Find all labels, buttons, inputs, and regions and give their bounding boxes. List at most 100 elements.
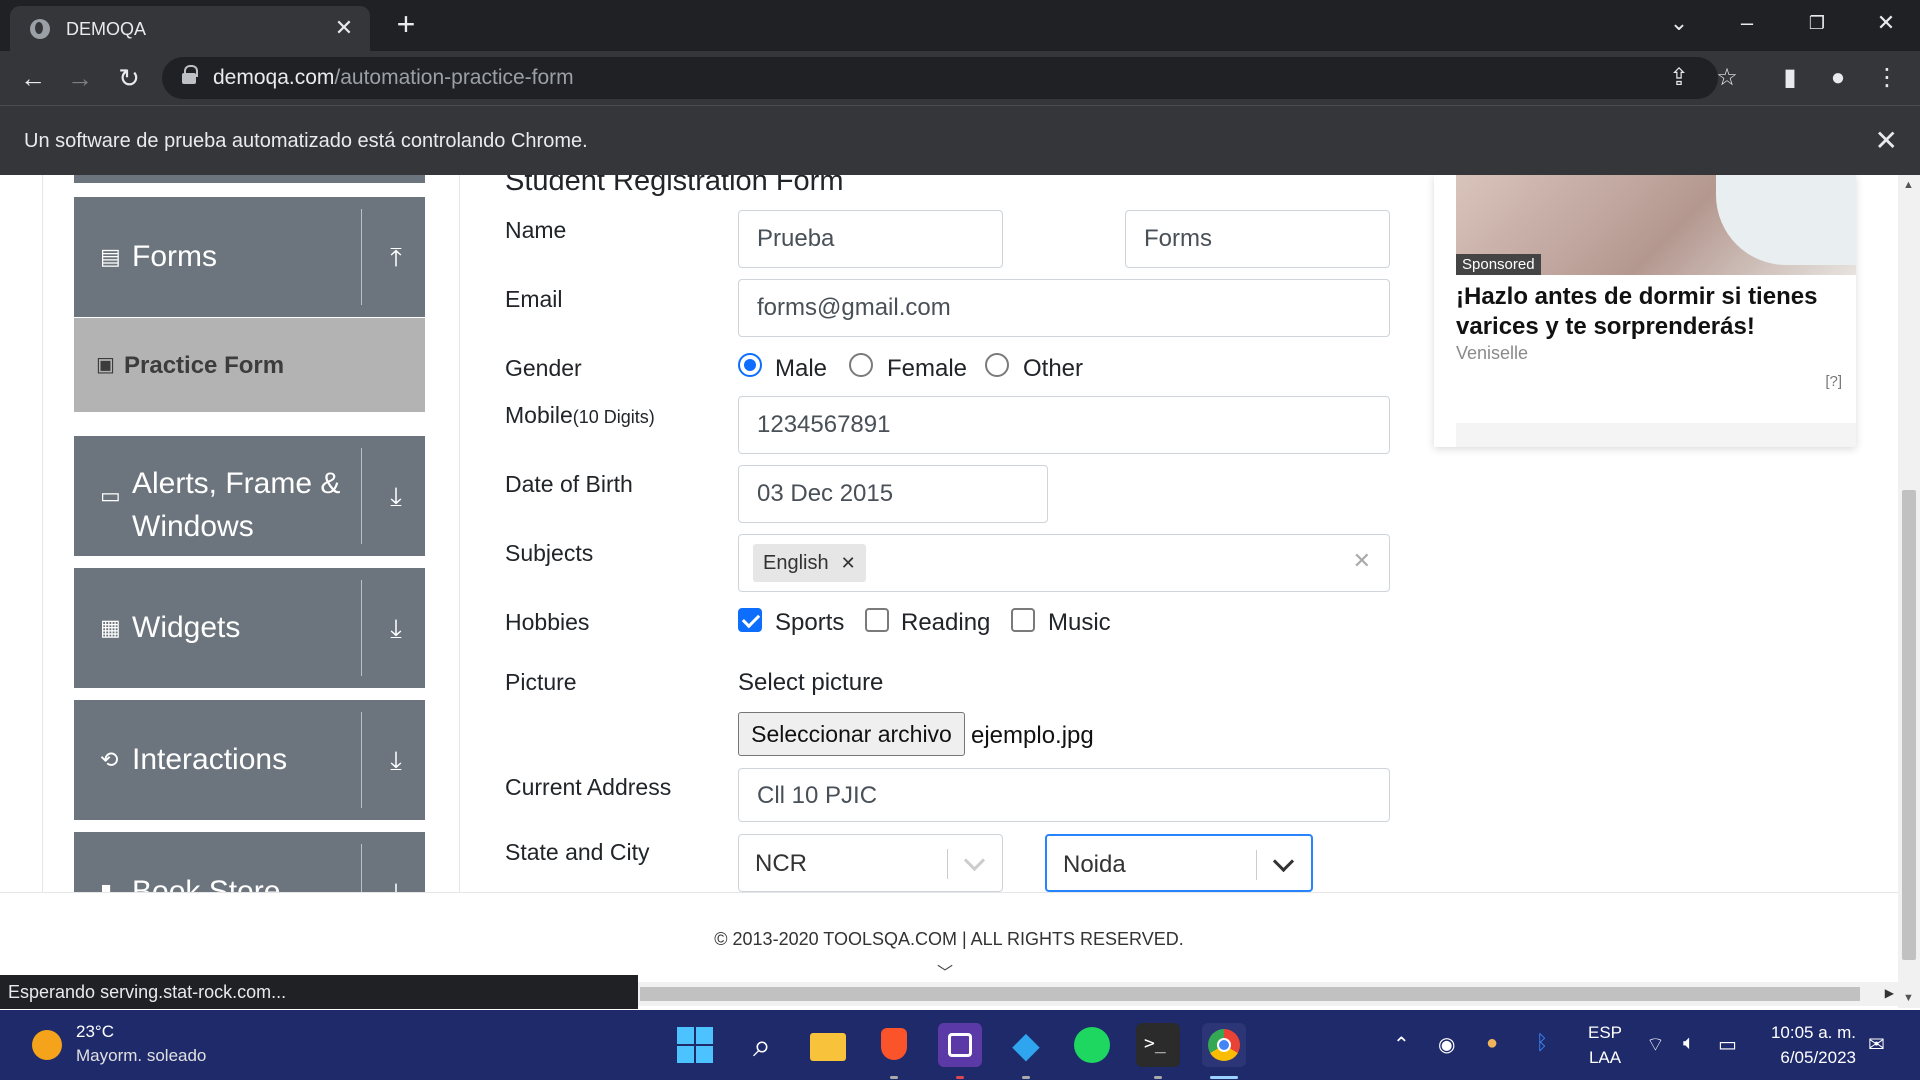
search-icon[interactable]: ⌕ [740,1023,784,1067]
gender-female-radio[interactable] [849,353,873,377]
weather-temperature: 23°C [76,1022,114,1041]
battery-icon[interactable]: ▭ [1718,1032,1737,1057]
mobile-input[interactable]: 1234567891 [738,396,1390,454]
choose-file-button[interactable]: Seleccionar archivo [738,712,965,756]
menu-dots-icon[interactable]: ⋮ [1870,61,1904,95]
close-window-button[interactable]: ✕ [1866,8,1906,38]
hobby-sports-label[interactable]: Sports [775,609,844,637]
remove-chip-icon[interactable]: ✕ [841,553,856,573]
first-name-input[interactable]: Prueba [738,210,1003,268]
back-arrow-icon[interactable]: ← [16,61,50,95]
horizontal-scroll-thumb[interactable] [640,987,1860,1001]
vertical-scroll-thumb[interactable] [1902,490,1916,960]
subjects-input[interactable]: English ✕ ✕ [738,534,1390,592]
tab-search-icon[interactable]: ⌄ [1659,8,1699,38]
expand-arrow-icon[interactable]: ⤓ [381,877,411,893]
sidebar-item-practice-form[interactable]: ▣ Practice Form [74,318,425,412]
side-panel-icon[interactable]: ▮ [1773,61,1807,95]
minimize-button[interactable]: – [1727,8,1767,38]
language-indicator[interactable]: ESP LAA [1588,1020,1622,1070]
app-running-indicator [890,1076,898,1079]
city-value: Noida [1063,851,1126,878]
scroll-right-arrow-icon[interactable]: ▶ [1885,986,1894,1000]
volume-icon[interactable]: 🔈︎ [1683,1032,1695,1055]
ad-brand[interactable]: Veniselle [1456,343,1528,364]
sidebar-item-book-store[interactable]: ▮ Book Store ⤓ [74,832,425,893]
url-text: demoqa.com/automation-practice-form [213,66,574,89]
hobby-reading-checkbox[interactable] [865,608,889,632]
ad-bottom-strip [1456,423,1856,447]
gender-female-label[interactable]: Female [887,355,967,383]
address-bar[interactable]: demoqa.com/automation-practice-form ⇪ ☆ [162,57,1738,99]
scroll-down-arrow-icon[interactable]: ▼ [1903,992,1914,1004]
scroll-up-arrow-icon[interactable]: ▲ [1903,179,1914,191]
chrome-icon[interactable] [1202,1023,1246,1067]
ad-headline[interactable]: ¡Hazlo antes de dormir si tienes varices… [1456,282,1836,342]
expand-arrow-icon[interactable]: ⤓ [381,613,411,643]
clock[interactable]: 10:05 a. m. 6/05/2023 [1771,1020,1856,1070]
dev-app-icon[interactable] [938,1023,982,1067]
chevron-down-icon[interactable] [1269,850,1297,878]
gender-other-radio[interactable] [985,353,1009,377]
vscode-icon[interactable]: ◆ [1004,1023,1048,1067]
hobby-reading-label[interactable]: Reading [901,609,990,637]
copyright-text: © 2013-2020 TOOLSQA.COM | ALL RIGHTS RES… [714,929,1184,949]
show-hidden-icons-icon[interactable]: ⌃ [1393,1032,1410,1057]
menu-separator [361,209,362,305]
weather-tray-icon[interactable]: ● [1486,1032,1498,1055]
sidebar-item-forms[interactable]: ▤ Forms ⤒ [74,197,425,317]
gender-male-label[interactable]: Male [775,355,827,383]
bluetooth-icon[interactable]: ᛒ [1536,1032,1548,1055]
infobar-close-icon[interactable]: ✕ [1875,124,1898,157]
spotify-icon[interactable] [1070,1023,1114,1067]
sponsored-ad[interactable]: Sponsored ¡Hazlo antes de dormir si tien… [1434,175,1856,447]
last-name-input[interactable]: Forms [1125,210,1390,268]
email-input[interactable]: forms@gmail.com [738,279,1390,337]
sidebar-item-label: Widgets [132,611,241,644]
expand-arrow-icon[interactable]: ⤓ [381,481,411,511]
obs-icon[interactable]: ◉ [1438,1032,1455,1057]
clear-icon[interactable]: ✕ [1353,548,1371,574]
start-icon[interactable] [673,1023,717,1067]
profile-icon[interactable]: ● [1821,61,1855,95]
vertical-scrollbar[interactable]: ▲ ▼ [1898,175,1920,1008]
close-tab-icon[interactable]: ✕ [330,14,358,42]
reload-icon[interactable]: ↻ [112,61,146,95]
sidebar-item-interactions[interactable]: ⟲ Interactions ⤓ [74,700,425,820]
hobby-music-checkbox[interactable] [1011,608,1035,632]
clipboard-icon: ▣ [96,354,115,376]
sidebar-item-label: Alerts, Frame & Windows [132,467,341,543]
horizontal-scrollbar[interactable]: ▶ [636,982,1898,1006]
brave-browser-icon[interactable] [872,1023,916,1067]
bookmark-star-icon[interactable]: ☆ [1710,61,1744,95]
restore-button[interactable]: ❐ [1797,8,1837,38]
browser-tab[interactable]: DEMOQA ✕ [10,6,370,51]
state-value: NCR [755,850,807,877]
terminal-icon[interactable]: >_ [1136,1023,1180,1067]
hobby-music-label[interactable]: Music [1048,609,1111,637]
gender-label: Gender [505,355,582,381]
state-select[interactable]: NCR [738,834,1003,892]
expand-arrow-icon[interactable]: ⤓ [381,745,411,775]
forward-arrow-icon[interactable]: → [63,61,97,95]
sidebar-item-alerts-frame-windows[interactable]: ▭ Alerts, Frame & Windows ⤓ [74,436,425,556]
hobby-sports-checkbox[interactable] [738,608,762,632]
sidebar-item-widgets[interactable]: ▦ Widgets ⤓ [74,568,425,688]
hobbies-label: Hobbies [505,609,590,635]
new-tab-button[interactable]: + [390,8,422,41]
file-explorer-icon[interactable] [806,1023,850,1067]
notifications-icon[interactable]: ✉ [1868,1032,1885,1057]
state-city-label: State and City [505,839,650,865]
select-divider [1256,850,1257,880]
chevron-down-icon[interactable] [960,849,988,877]
current-address-textarea[interactable]: Cll 10 PJIC [738,768,1390,822]
date-of-birth-input[interactable]: 03 Dec 2015 [738,465,1048,523]
wifi-icon[interactable]: ⌔ [1646,1032,1665,1057]
share-icon[interactable]: ⇪ [1662,61,1696,95]
ad-info-icon[interactable]: [?] [1825,373,1842,390]
city-select[interactable]: Noida [1045,834,1313,892]
gender-other-label[interactable]: Other [1023,355,1083,383]
gender-male-radio[interactable] [738,353,762,377]
collapse-arrow-icon[interactable]: ⤒ [381,242,411,272]
window-icon: ▭ [100,483,121,508]
